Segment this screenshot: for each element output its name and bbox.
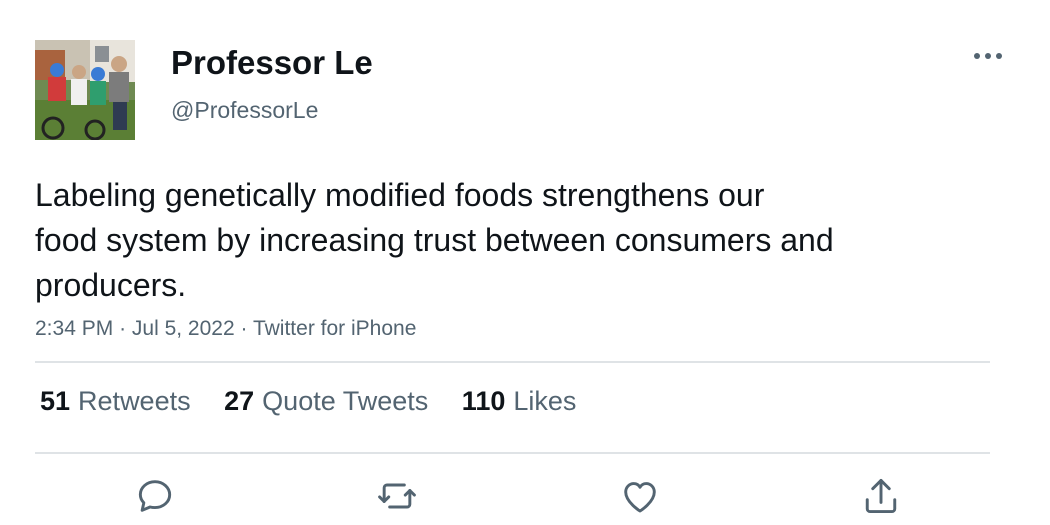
quote-tweets-label: Quote Tweets <box>262 386 429 416</box>
retweets-count: 51 <box>40 386 71 416</box>
tweet-metadata: 2:34 PM · Jul 5, 2022 · Twitter for iPho… <box>35 317 416 341</box>
author-display-name[interactable]: Professor Le <box>171 44 373 82</box>
engagement-stats: 51 Retweets 27 Quote Tweets 110 Likes <box>40 386 602 417</box>
like-button[interactable] <box>618 474 662 518</box>
likes-count: 110 <box>461 386 506 416</box>
tweet-date[interactable]: Jul 5, 2022 <box>132 317 235 340</box>
more-horizontal-icon <box>974 53 1002 59</box>
retweet-icon <box>378 483 416 509</box>
share-button[interactable] <box>859 474 903 518</box>
retweets-label: Retweets <box>78 386 191 416</box>
tweet-source[interactable]: Twitter for iPhone <box>253 317 416 340</box>
reply-button[interactable] <box>133 474 177 518</box>
tweet-text: Labeling genetically modified foods stre… <box>35 173 995 308</box>
tweet-text-line: producers. <box>35 267 187 303</box>
meta-separator: · <box>240 317 248 340</box>
tweet-time[interactable]: 2:34 PM <box>35 317 113 340</box>
share-icon <box>865 478 897 514</box>
tweet-text-line: Labeling genetically modified foods stre… <box>35 177 765 213</box>
divider <box>35 452 990 454</box>
tweet-text-line: food system by increasing trust between … <box>35 222 834 258</box>
avatar-photo <box>35 40 135 140</box>
divider <box>35 361 990 363</box>
retweets-stat[interactable]: 51 Retweets <box>40 386 191 417</box>
tweet-actions-bar <box>0 470 1050 520</box>
author-handle[interactable]: @ProfessorLe <box>171 97 318 124</box>
meta-separator: · <box>119 317 127 340</box>
more-options-button[interactable] <box>968 40 1008 72</box>
likes-stat[interactable]: 110 Likes <box>462 386 577 417</box>
heart-icon <box>624 482 656 513</box>
quote-tweets-stat[interactable]: 27 Quote Tweets <box>224 386 428 417</box>
avatar[interactable] <box>35 40 135 140</box>
likes-label: Likes <box>513 386 577 416</box>
retweet-button[interactable] <box>375 474 419 518</box>
reply-icon <box>138 480 172 512</box>
quote-tweets-count: 27 <box>224 386 255 416</box>
